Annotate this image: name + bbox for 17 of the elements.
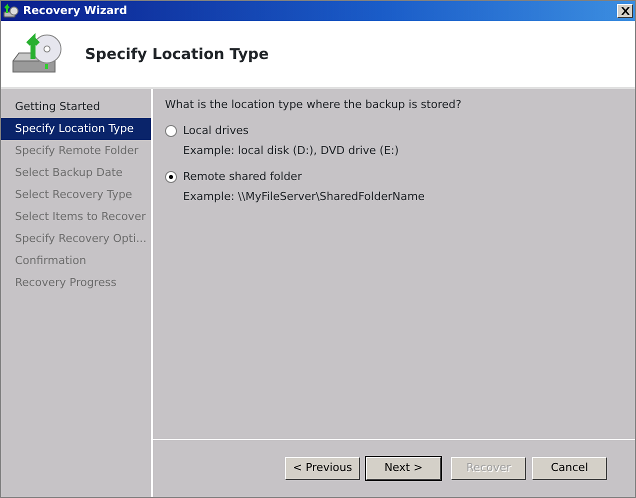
wizard-step[interactable]: Specify Location Type	[1, 118, 151, 140]
question-text: What is the location type where the backup is stored?	[165, 97, 462, 113]
example-text: Example: local disk (D:), DVD drive (E:)	[182, 143, 400, 159]
radio-button[interactable]	[165, 124, 177, 137]
example-text: Example: \\MyFileServer\SharedFolderName	[182, 189, 426, 205]
option-label[interactable]: Remote shared folder	[183, 168, 302, 185]
app-icon	[3, 3, 19, 19]
wizard-step[interactable]: Getting Started	[1, 96, 151, 118]
wizard-button[interactable]: < Previous	[285, 457, 360, 480]
radio-button[interactable]	[165, 170, 177, 183]
wizard-button[interactable]: Cancel	[532, 457, 607, 480]
wizard-button[interactable]: Next >	[366, 457, 441, 480]
close-icon	[620, 7, 630, 15]
page-title: Specify Location Type	[85, 44, 269, 65]
window-title: Recovery Wizard	[23, 2, 128, 19]
close-button[interactable]	[617, 4, 633, 18]
option-label[interactable]: Local drives	[183, 122, 249, 139]
